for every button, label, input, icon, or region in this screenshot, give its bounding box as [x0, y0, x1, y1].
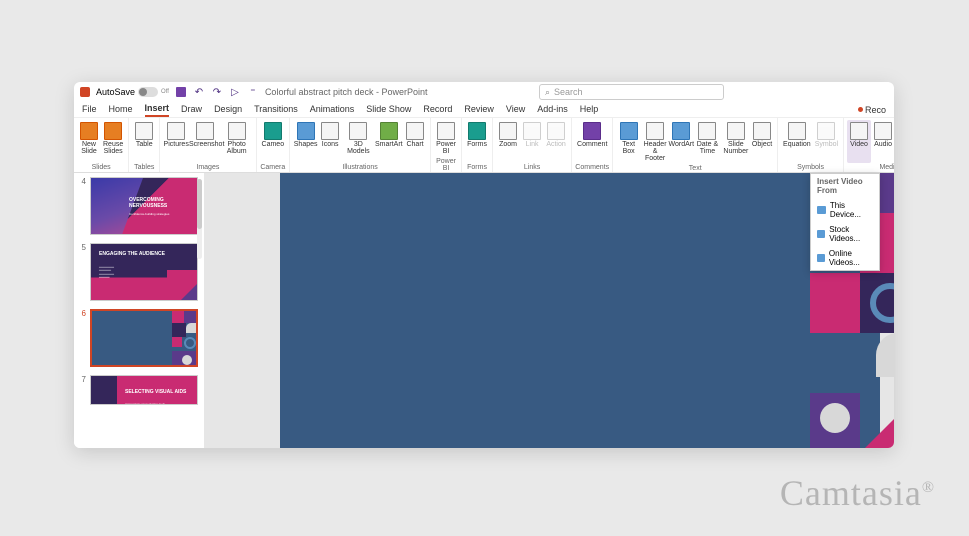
record-button[interactable]: Reco: [858, 105, 886, 115]
group-symbols: Symbols: [781, 163, 840, 172]
text-box-button[interactable]: Text Box: [616, 120, 640, 164]
video-online-item[interactable]: Online Videos...: [811, 246, 879, 270]
tab-animations[interactable]: Animations: [310, 104, 355, 116]
group-text: Text: [616, 164, 774, 173]
pictures-button[interactable]: Pictures: [163, 120, 189, 163]
table-button[interactable]: Table: [132, 120, 156, 163]
action-button[interactable]: Action: [544, 120, 568, 163]
object-button[interactable]: Object: [750, 120, 774, 164]
camtasia-watermark: Camtasia®: [780, 472, 935, 514]
current-slide[interactable]: [280, 173, 880, 448]
photo-album-button[interactable]: Photo Album: [221, 120, 253, 163]
cameo-button[interactable]: Cameo: [260, 120, 287, 163]
video-menu-header: Insert Video From: [811, 174, 879, 198]
search-input[interactable]: ⌕ Search: [539, 84, 724, 100]
from-beginning-icon[interactable]: ▷: [229, 86, 241, 98]
tab-record[interactable]: Record: [423, 104, 452, 116]
symbol-button[interactable]: Symbol: [813, 120, 840, 163]
new-slide-button[interactable]: New Slide: [77, 120, 101, 163]
slide-thumbnail-4[interactable]: OVERCOMING NERVOUSNESS Confidence-buildi…: [90, 177, 198, 235]
forms-button[interactable]: Forms: [465, 120, 489, 163]
group-camera: Camera: [260, 163, 287, 172]
redo-icon[interactable]: ↷: [211, 86, 223, 98]
group-images: Images: [163, 163, 252, 172]
customize-qat-icon[interactable]: ⁼: [247, 86, 259, 98]
tab-transitions[interactable]: Transitions: [254, 104, 298, 116]
comment-button[interactable]: Comment: [575, 120, 609, 163]
tab-home[interactable]: Home: [109, 104, 133, 116]
group-links: Links: [496, 163, 568, 172]
slide-4-subtitle: Confidence-building strategies: [129, 212, 169, 216]
thumbnail-scrollbar-thumb[interactable]: [197, 179, 202, 229]
tab-help[interactable]: Help: [580, 104, 599, 116]
screenshot-button[interactable]: Screenshot: [189, 120, 221, 163]
zoom-button[interactable]: Zoom: [496, 120, 520, 163]
document-title: Colorful abstract pitch deck - PowerPoin…: [265, 87, 428, 97]
tab-view[interactable]: View: [506, 104, 525, 116]
group-illustrations: Illustrations: [293, 163, 427, 172]
tab-slideshow[interactable]: Slide Show: [366, 104, 411, 116]
slide-7-subtitle: Appropriate presentation tools: [125, 402, 165, 405]
tab-review[interactable]: Review: [464, 104, 494, 116]
video-stock-item[interactable]: Stock Videos...: [811, 222, 879, 246]
video-this-device-item[interactable]: This Device...: [811, 198, 879, 222]
autosave-toggle[interactable]: AutoSave Off: [96, 87, 169, 97]
slide-7-title: SELECTING VISUAL AIDS: [125, 390, 186, 396]
slide-number-5: 5: [80, 243, 86, 252]
video-dropdown-menu: Insert Video From This Device... Stock V…: [810, 173, 880, 271]
slide-5-title: ENGAGING THE AUDIENCE: [99, 252, 165, 258]
slide-thumbnail-5[interactable]: ENGAGING THE AUDIENCE ━━━━━━━━━━━━━━━━━━…: [90, 243, 198, 301]
device-icon: [817, 206, 826, 214]
search-placeholder: Search: [554, 87, 583, 97]
video-button[interactable]: Video: [847, 120, 871, 163]
header-footer-button[interactable]: Header & Footer: [641, 120, 669, 164]
icons-button[interactable]: Icons: [318, 120, 342, 163]
equation-button[interactable]: Equation: [781, 120, 813, 163]
autosave-label: AutoSave: [96, 87, 135, 97]
slide-number-4: 4: [80, 177, 86, 186]
slide-number-7: 7: [80, 375, 86, 384]
tab-addins[interactable]: Add-ins: [537, 104, 568, 116]
group-powerbi: Power BI: [434, 157, 458, 173]
slide-number-6: 6: [80, 309, 86, 318]
audio-button[interactable]: Audio: [871, 120, 894, 163]
3d-models-button[interactable]: 3D Models: [342, 120, 374, 163]
autosave-state: Off: [161, 89, 169, 95]
group-forms: Forms: [465, 163, 489, 172]
reuse-slides-button[interactable]: Reuse Slides: [101, 120, 125, 163]
slide-number-button[interactable]: Slide Number: [722, 120, 750, 164]
group-slides: Slides: [77, 163, 125, 172]
slide-thumbnail-6[interactable]: [90, 309, 198, 367]
tab-insert[interactable]: Insert: [145, 103, 170, 117]
shapes-button[interactable]: Shapes: [293, 120, 318, 163]
smartart-button[interactable]: SmartArt: [375, 120, 404, 163]
tab-design[interactable]: Design: [214, 104, 242, 116]
tab-file[interactable]: File: [82, 104, 97, 116]
stock-icon: [817, 230, 825, 238]
slide-thumbnail-panel: 4 OVERCOMING NERVOUSNESS Confidence-buil…: [74, 173, 204, 448]
slide-4-title: OVERCOMING NERVOUSNESS: [129, 198, 197, 209]
slide-thumbnail-7[interactable]: SELECTING VISUAL AIDS Appropriate presen…: [90, 375, 198, 405]
wordart-button[interactable]: WordArt: [669, 120, 693, 164]
group-media: Media: [847, 163, 894, 172]
powerpoint-app-icon: [80, 87, 90, 97]
tab-draw[interactable]: Draw: [181, 104, 202, 116]
search-icon: ⌕: [545, 87, 550, 98]
group-tables: Tables: [132, 163, 156, 172]
save-icon[interactable]: [175, 86, 187, 98]
group-comments: Comments: [575, 163, 609, 172]
online-icon: [817, 254, 825, 262]
date-time-button[interactable]: Date & Time: [693, 120, 721, 164]
chart-button[interactable]: Chart: [403, 120, 427, 163]
undo-icon[interactable]: ↶: [193, 86, 205, 98]
link-button[interactable]: Link: [520, 120, 544, 163]
power-bi-button[interactable]: Power BI: [434, 120, 458, 157]
slide-canvas[interactable]: [204, 173, 894, 448]
